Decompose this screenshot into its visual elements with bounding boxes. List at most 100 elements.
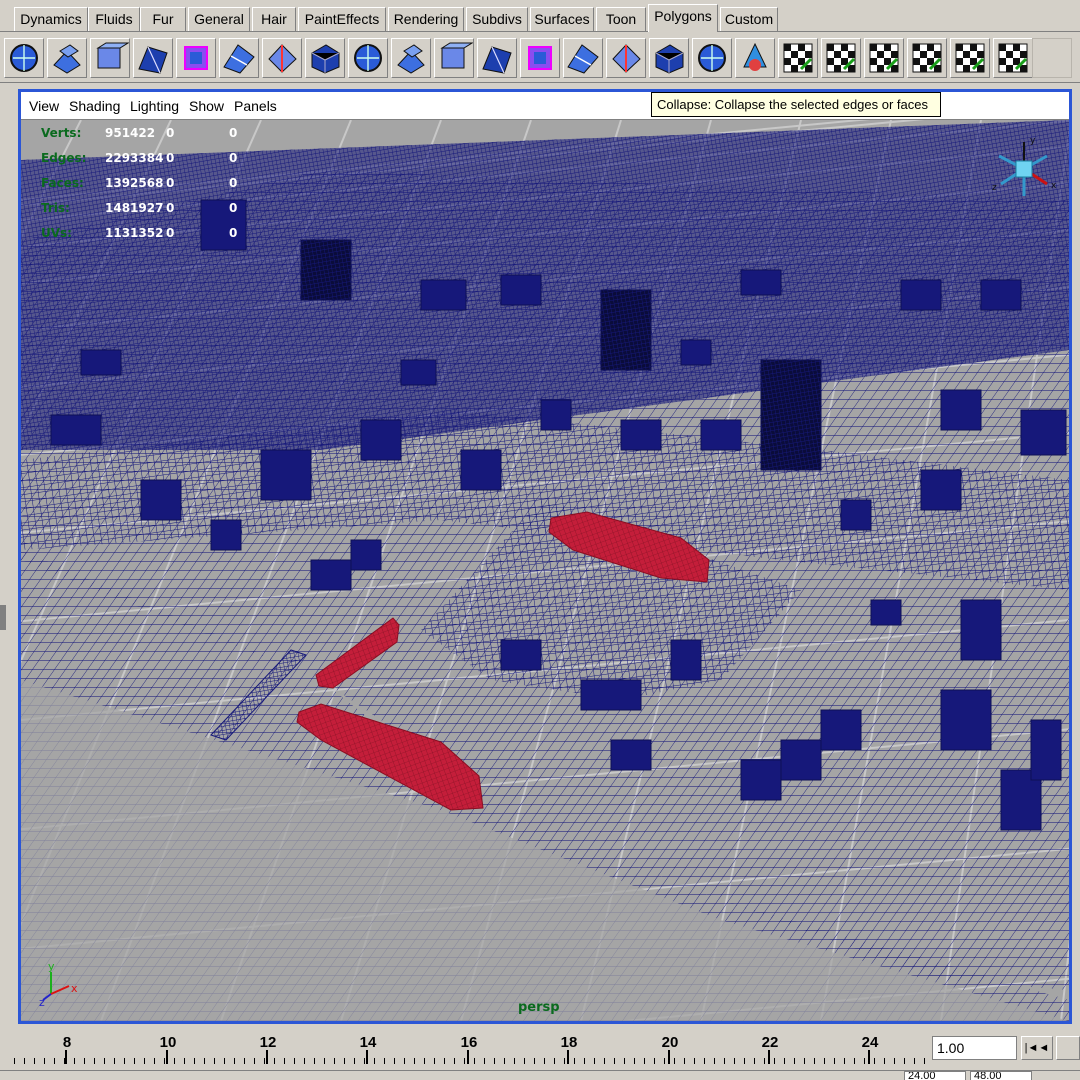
shelf-tab-subdivs[interactable]: Subdivs: [466, 7, 528, 31]
uv-cylindrical-icon: [869, 43, 899, 73]
building-mesh: [740, 759, 782, 801]
collapse-icon: [655, 44, 684, 74]
svg-text:z: z: [992, 183, 997, 193]
hud-label: Verts:: [41, 126, 82, 140]
shelf-tab-polygons[interactable]: Polygons: [648, 4, 718, 32]
go-to-start-button[interactable]: |◄◄: [1021, 1036, 1053, 1060]
extrude-face-tool-button[interactable]: [305, 38, 345, 78]
hud-value: 0: [229, 126, 238, 140]
world-axis-icon: y x z: [39, 962, 78, 1007]
building-mesh: [420, 279, 467, 311]
boolean-tool-button[interactable]: [133, 38, 173, 78]
collapse-tool-button[interactable]: [649, 38, 689, 78]
hud-value: 1131352: [105, 226, 164, 240]
building-mesh: [920, 469, 962, 511]
maya-window: Dynamics Fluids Fur General Hair PaintEffects…: [0, 0, 1080, 1080]
uv-spherical-tool-button[interactable]: [907, 38, 947, 78]
hud-value: 0: [229, 226, 238, 240]
polygons-shelf: [0, 33, 1080, 83]
bevel-tool-button[interactable]: [391, 38, 431, 78]
range-end-field[interactable]: 48.00: [970, 1071, 1032, 1080]
viewport-menu-view[interactable]: View: [29, 98, 59, 114]
go-to-start-icon: |◄◄: [1024, 1042, 1050, 1054]
subdivide-tool-button[interactable]: [692, 38, 732, 78]
separate-tool-button[interactable]: [90, 38, 130, 78]
extrude-edge-tool-button[interactable]: [348, 38, 388, 78]
tool-tooltip: Collapse: Collapse the selected edges or…: [651, 92, 941, 117]
wedge-tool-button[interactable]: [477, 38, 517, 78]
uv-cylindrical-tool-button[interactable]: [864, 38, 904, 78]
shelf-tab-surfaces[interactable]: Surfaces: [530, 7, 594, 31]
shelf-tab-rendering[interactable]: Rendering: [388, 7, 464, 31]
uv-planar-icon: [783, 43, 813, 73]
view-axis-compass-icon[interactable]: y x z: [989, 134, 1059, 204]
shelf-tab-dynamics[interactable]: Dynamics: [14, 7, 88, 31]
shelf-tab-fur[interactable]: Fur: [140, 7, 186, 31]
viewport-menu-show[interactable]: Show: [189, 98, 224, 114]
building-mesh: [600, 289, 652, 371]
hud-value: 0: [166, 151, 175, 165]
building-mesh: [300, 239, 352, 301]
smooth-cube-tool-button[interactable]: [176, 38, 216, 78]
city-mesh: [21, 120, 1069, 1021]
frame-tick-label: 22: [761, 1034, 779, 1051]
uv-layout-tool-button[interactable]: [950, 38, 990, 78]
frame-tick-label: 12: [259, 1034, 277, 1051]
uv-editor-tool-button[interactable]: [993, 38, 1033, 78]
append-polygon-tool-button[interactable]: [520, 38, 560, 78]
viewport-menu-panels[interactable]: Panels: [234, 98, 277, 114]
camera-label: persp: [518, 1000, 560, 1015]
hud-value: 1392568: [105, 176, 164, 190]
uv-spherical-icon: [912, 43, 942, 73]
building-mesh: [1030, 719, 1062, 781]
extrude-face-icon: [311, 44, 340, 74]
hud-value: 0: [229, 201, 238, 215]
left-panel-edge: [0, 92, 6, 592]
frame-tick-label: 8: [62, 1034, 72, 1051]
perspective-viewport[interactable]: View Shading Lighting Show Panels Verts:…: [18, 89, 1072, 1024]
plane-split-tool-button[interactable]: [219, 38, 259, 78]
shelf-tab-hair[interactable]: Hair: [252, 7, 296, 31]
chamfer-tool-button[interactable]: [434, 38, 474, 78]
hud-label: Tris:: [41, 201, 70, 215]
building-mesh: [400, 359, 437, 386]
uv-planar-tool-button[interactable]: [778, 38, 818, 78]
frame-tick-label: 10: [159, 1034, 177, 1051]
hud-value: 0: [229, 151, 238, 165]
shelf-tab-painteffects[interactable]: PaintEffects: [298, 7, 386, 31]
left-panel-handle[interactable]: [0, 605, 6, 630]
bevel-icon: [397, 44, 425, 74]
building-mesh: [940, 689, 992, 751]
step-back-button[interactable]: [1056, 1036, 1080, 1060]
transform-component-tool-button[interactable]: [735, 38, 775, 78]
building-mesh: [780, 739, 822, 781]
shelf-tab-general[interactable]: General: [188, 7, 250, 31]
shelf-tab-fluids[interactable]: Fluids: [88, 7, 140, 31]
shelf-tab-custom[interactable]: Custom: [720, 7, 778, 31]
hud-value: 0: [229, 176, 238, 190]
svg-text:y: y: [1030, 136, 1036, 146]
transform-component-icon: [743, 42, 767, 71]
plane-split-icon: [223, 44, 255, 74]
uv-auto-map-tool-button[interactable]: [821, 38, 861, 78]
frame-tick-label: 24: [861, 1034, 879, 1051]
building-mesh: [500, 639, 542, 671]
current-frame-field[interactable]: 1.00: [932, 1036, 1017, 1060]
building-mesh: [350, 539, 382, 571]
blank-shelf-slot-tool-button[interactable]: [1032, 38, 1072, 78]
merge-vertices-tool-button[interactable]: [606, 38, 646, 78]
time-slider[interactable]: 8 10 12 14 16 18 20 22 24: [0, 1026, 928, 1070]
wireframe-scene[interactable]: [21, 120, 1069, 1021]
split-polygon-tool-button[interactable]: [563, 38, 603, 78]
range-start-field[interactable]: 24.00: [904, 1071, 966, 1080]
viewport-menu-shading[interactable]: Shading: [69, 98, 120, 114]
append-polygon-icon: [528, 46, 552, 70]
poly-globe-tool-button[interactable]: [4, 38, 44, 78]
boolean-icon: [138, 46, 168, 74]
frame-tick-label: 16: [460, 1034, 478, 1051]
viewport-menu-lighting[interactable]: Lighting: [130, 98, 179, 114]
combine-tool-button[interactable]: [47, 38, 87, 78]
building-mesh: [820, 709, 862, 751]
cut-faces-tool-button[interactable]: [262, 38, 302, 78]
shelf-tab-toon[interactable]: Toon: [596, 7, 646, 31]
